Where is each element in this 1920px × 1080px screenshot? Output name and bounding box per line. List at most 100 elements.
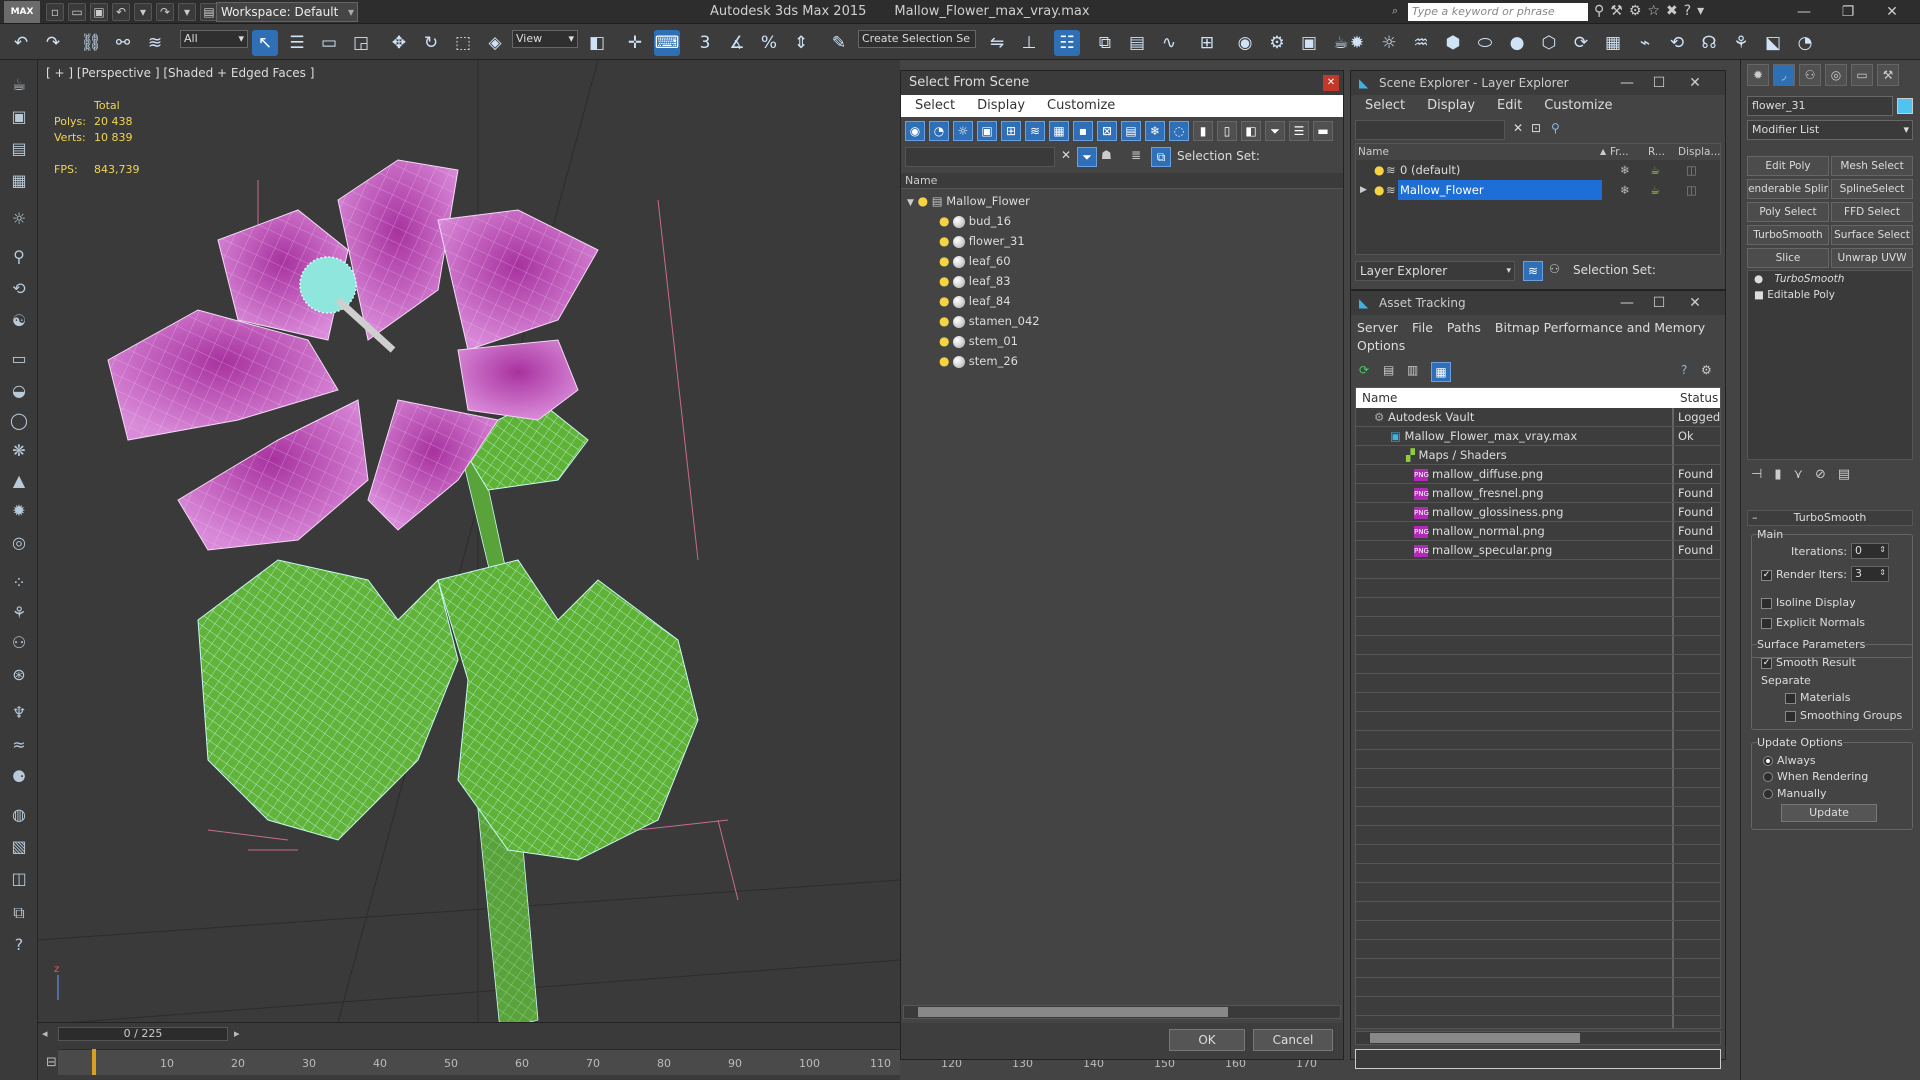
graphite-ribbon-icon[interactable]: ▤	[1124, 30, 1150, 56]
menu-server[interactable]: Server	[1357, 319, 1398, 337]
visibility-bulb-icon[interactable]: ●	[939, 354, 949, 368]
redo-icon[interactable]: ↷	[40, 30, 66, 56]
display-icon[interactable]: ◫	[1686, 180, 1697, 200]
workspace-dropdown[interactable]: Workspace: Default ▾	[216, 2, 358, 22]
always-radio[interactable]	[1763, 756, 1773, 766]
modifier-button[interactable]: SplineSelect	[1831, 179, 1913, 199]
link-icon[interactable]: ⛓	[78, 30, 104, 56]
menu-display[interactable]: Display	[1427, 95, 1475, 117]
visibility-bulb-icon[interactable]: ●	[1374, 180, 1384, 200]
asset-row[interactable]: PNG mallow_fresnel.png Found	[1356, 484, 1720, 503]
scale-icon[interactable]: ⬚	[450, 30, 476, 56]
asset-row[interactable]: PNG mallow_specular.png Found	[1356, 541, 1720, 560]
subscription-icon[interactable]: ⚙	[1629, 3, 1642, 19]
rollout-header[interactable]: – TurboSmooth	[1747, 510, 1913, 526]
filter-options-icon[interactable]: ☰	[1289, 121, 1309, 141]
scene-object-row[interactable]: ● leaf_60	[901, 251, 1343, 271]
display-hidden-icon[interactable]: ◌	[1169, 121, 1189, 141]
named-selection-set-dropdown[interactable]: Create Selection Se	[858, 30, 976, 48]
select-by-name-icon[interactable]: ☰	[284, 30, 310, 56]
app-logo[interactable]: MAX	[4, 1, 40, 23]
selection-filter-dropdown[interactable]: All ▾	[180, 30, 248, 48]
stack-item-turbosmooth[interactable]: ● TurboSmooth	[1748, 271, 1912, 287]
rotate-icon[interactable]: ↻	[418, 30, 444, 56]
select-manipulate-icon[interactable]: ✛	[622, 30, 648, 56]
make-unique-icon[interactable]: ⋎	[1793, 464, 1803, 486]
maximize-button[interactable]: ☐	[1645, 291, 1673, 315]
asset-row[interactable]: PNG mallow_diffuse.png Found	[1356, 465, 1720, 484]
menu-paths[interactable]: Paths	[1447, 319, 1481, 337]
place-icon[interactable]: ◈	[482, 30, 508, 56]
pin-stack-icon[interactable]: ⊣	[1751, 464, 1762, 486]
modifier-button[interactable]: Poly Select	[1747, 202, 1829, 222]
tools-icon[interactable]: ⚒	[1610, 3, 1623, 19]
display-geometry-icon[interactable]: ◉	[905, 121, 925, 141]
scrollbar-thumb[interactable]	[1370, 1033, 1580, 1043]
help-icon[interactable]: ?	[1684, 3, 1691, 19]
modifier-button[interactable]: Unwrap UVW	[1831, 248, 1913, 268]
materials-checkbox[interactable]	[1785, 692, 1796, 704]
find-options-icon[interactable]: ⊡	[1531, 121, 1541, 135]
vray-sphere-icon[interactable]: ●	[1504, 30, 1530, 56]
asset-row[interactable]: ▣ Mallow_Flower_max_vray.max Ok	[1356, 427, 1720, 446]
keyboard-shortcut-override-icon[interactable]: ⌨	[654, 30, 680, 56]
visibility-bulb-icon[interactable]: ●	[939, 234, 949, 248]
object-name-field[interactable]: flower_31	[1747, 96, 1893, 116]
utilities-tab-icon[interactable]: ⚒	[1877, 64, 1899, 86]
configure-columns-icon[interactable]: ▬	[1313, 121, 1333, 141]
update-button[interactable]: Update	[1781, 804, 1877, 822]
mirror-icon[interactable]: ⇋	[984, 30, 1010, 56]
help-dropdown-icon[interactable]: ▾	[1697, 3, 1704, 19]
close-button[interactable]: ✕	[1681, 291, 1709, 315]
percent-snap-icon[interactable]: %	[756, 30, 782, 56]
vray-fur-icon[interactable]: ♒	[1408, 30, 1434, 56]
visibility-bulb-icon[interactable]: ●	[939, 254, 949, 268]
open-file-icon[interactable]: ▭	[68, 3, 86, 21]
snaps-toggle-icon[interactable]: 3	[692, 30, 718, 56]
visibility-bulb-icon[interactable]: ●	[939, 294, 949, 308]
vray-frame-buffer-icon[interactable]: ▦	[1600, 30, 1626, 56]
create-light-icon[interactable]: ☼	[6, 206, 32, 232]
vray-proxy-icon[interactable]: ⬢	[1440, 30, 1466, 56]
col-frozen[interactable]: Fr...	[1610, 144, 1629, 160]
vray-lightbulb-icon[interactable]: ✹	[1344, 30, 1370, 56]
col-display[interactable]: Displa...	[1678, 144, 1721, 160]
selection-set-icon[interactable]: ⧉	[1151, 147, 1171, 167]
render-iters-checkbox[interactable]: ✓	[1761, 569, 1772, 581]
clear-search-icon[interactable]: ✕	[1513, 121, 1523, 135]
col-name[interactable]: Name	[1358, 144, 1389, 160]
visibility-bulb-icon[interactable]: ●	[939, 274, 949, 288]
create-hair-icon[interactable]: ♆	[6, 700, 32, 726]
scene-object-row[interactable]: ● stamen_042	[901, 311, 1343, 331]
create-teapot-icon[interactable]: ☕	[6, 72, 32, 98]
display-tab-icon[interactable]: ▭	[1851, 64, 1873, 86]
window-crossing-icon[interactable]: ◲	[348, 30, 374, 56]
viewport-label[interactable]: [ + ] [Perspective ] [Shaded + Edged Fac…	[46, 66, 314, 80]
list-view-icon[interactable]: ▤	[1383, 363, 1394, 377]
material-editor-icon[interactable]: ◉	[1232, 30, 1258, 56]
schematic-view-icon[interactable]: ⊞	[1194, 30, 1220, 56]
undo-icon[interactable]: ↶	[8, 30, 34, 56]
create-globe-icon[interactable]: ◍	[6, 802, 32, 828]
object-color-swatch[interactable]	[1897, 98, 1913, 114]
asset-horizontal-scrollbar[interactable]	[1355, 1031, 1721, 1045]
help-search-input[interactable]: Type a keyword or phrase	[1408, 3, 1588, 21]
scene-object-row[interactable]: ● bud_16	[901, 211, 1343, 231]
smooth-result-row[interactable]: ✓ Smooth Result	[1761, 656, 1856, 669]
always-row[interactable]: Always	[1763, 754, 1816, 767]
search-binoculars-icon[interactable]: ⚲	[1594, 3, 1604, 19]
col-renderable[interactable]: R...	[1648, 144, 1665, 160]
track-bar[interactable]	[58, 1049, 900, 1075]
curve-editor-mini-icon[interactable]: ⊟	[46, 1055, 57, 1070]
sfs-search-input[interactable]	[905, 147, 1055, 167]
render-setup-icon[interactable]: ⚙	[1264, 30, 1290, 56]
show-end-result-icon[interactable]: ▮	[1774, 464, 1781, 486]
display-groups-icon[interactable]: ▦	[1049, 121, 1069, 141]
modifier-button[interactable]: enderable Splir	[1747, 179, 1829, 199]
ok-button[interactable]: OK	[1169, 1029, 1245, 1051]
cancel-button[interactable]: Cancel	[1253, 1029, 1333, 1051]
table-view-icon[interactable]: ▥	[1407, 363, 1418, 377]
materials-row[interactable]: Materials	[1785, 691, 1850, 704]
angle-snap-icon[interactable]: ∡	[724, 30, 750, 56]
scene-object-row[interactable]: ● leaf_83	[901, 271, 1343, 291]
